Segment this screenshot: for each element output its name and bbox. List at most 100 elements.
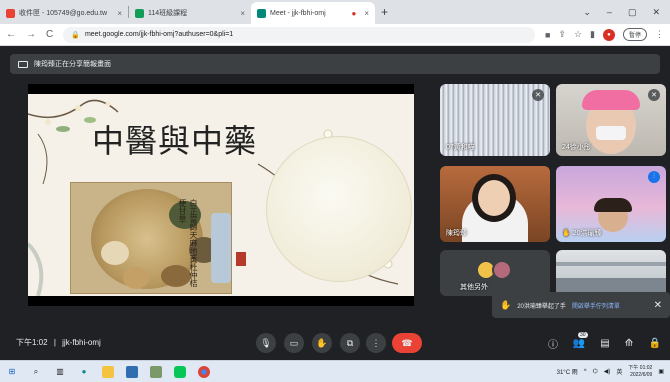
address-bar-row: ← → C 🔒 meet.google.com/jjk-fbhi-omj?aut…: [0, 24, 670, 46]
meeting-controls-bar: 下午1:02 | jjk-fbhi-omj 🎙 ▭ ✋ ⧉ ⋮ ☎ ⓘ 👥 ▤ …: [0, 326, 670, 360]
toolbar-actions: ■ ⇪ ☆ ▮ ● 暫停 ⋮: [545, 28, 664, 41]
new-tab-icon[interactable]: +: [381, 5, 388, 19]
participant-tile[interactable]: ✕ 07黃和喵: [440, 84, 550, 156]
paused-pill[interactable]: 暫停: [622, 28, 647, 41]
people-icon[interactable]: 👥: [572, 336, 586, 350]
participant-name: ✋ 20洪瑜臻: [562, 230, 602, 237]
more-options-button[interactable]: ⋮: [366, 333, 386, 353]
windows-taskbar: ⊞ ⌕ ▥ ● 31°C 雨 ^ ⌬ ◀) 英 下午 01:02 2022/6/…: [0, 360, 670, 382]
task-view-icon[interactable]: ▥: [54, 366, 66, 378]
chrome-icon[interactable]: [198, 365, 210, 378]
open-hand-queue-link[interactable]: 開啟舉手佇列清單: [572, 301, 620, 310]
toast-message: 20洪瑜臻舉起了手: [517, 303, 566, 310]
speaking-indicator-icon: ⫶: [648, 171, 660, 183]
tab-search-icon[interactable]: ⌄: [583, 7, 591, 18]
tray-up-icon[interactable]: ^: [584, 369, 587, 375]
moon-circle: [266, 136, 412, 282]
file-explorer-icon[interactable]: [102, 365, 114, 378]
search-icon[interactable]: ⌕: [30, 366, 42, 378]
meet-stage: 陳筠臻正在分享簡報畫面 中醫與中藥 白芷當歸天麻地黃杜仲桔梗甘草 ✕ 07黃和喵…: [0, 46, 670, 360]
raise-hand-button[interactable]: ✋: [312, 333, 332, 353]
raised-hand-icon: ✋: [562, 230, 571, 237]
system-tray: 31°C 雨 ^ ⌬ ◀) 英 下午 01:02 2022/6/09 ▣: [557, 365, 664, 379]
close-icon[interactable]: ×: [364, 9, 369, 18]
mic-off-icon: ✕: [532, 89, 544, 101]
participant-count-badge: 30: [578, 332, 588, 338]
tab-label: 收件匣 - 105749@go.edu.tw: [19, 10, 108, 17]
raised-hand-toast: ✋ 20洪瑜臻舉起了手 開啟舉手佇列清單 ✕: [492, 292, 670, 318]
windows-start-icon[interactable]: ⊞: [6, 366, 18, 378]
mic-off-icon: ✕: [648, 89, 660, 101]
meeting-time: 下午1:02: [16, 338, 48, 347]
camera-icon[interactable]: ■: [545, 30, 550, 40]
taskbar-clock[interactable]: 下午 01:02 2022/6/09: [628, 365, 652, 379]
present-button[interactable]: ⧉: [340, 333, 360, 353]
slide-title: 中醫與中藥: [92, 122, 258, 160]
shared-screen: 中醫與中藥 白芷當歸天麻地黃杜仲桔梗甘草: [28, 84, 414, 306]
reload-icon[interactable]: C: [46, 29, 53, 40]
tab-meet[interactable]: Meet - jjk-fbhi-omj ● ×: [251, 2, 375, 24]
tab-classroom[interactable]: 114班級課程 ×: [129, 2, 251, 24]
others-tile[interactable]: 其他另外: [440, 250, 550, 296]
forward-icon[interactable]: →: [26, 29, 36, 40]
leave-call-button[interactable]: ☎: [392, 333, 422, 353]
close-window-icon[interactable]: ✕: [652, 7, 660, 18]
minimize-icon[interactable]: –: [607, 7, 612, 18]
share-icon[interactable]: ⇪: [558, 29, 566, 40]
sidepanel-icon[interactable]: ▮: [590, 29, 595, 40]
herbs-photo: 白芷當歸天麻地黃杜仲桔梗甘草: [70, 182, 232, 294]
participant-name: 陳筠臻: [446, 230, 467, 237]
mic-button[interactable]: 🎙: [256, 333, 276, 353]
recording-dot-icon: ●: [351, 8, 357, 18]
back-icon[interactable]: ←: [6, 29, 16, 40]
present-screen-icon: [18, 60, 28, 68]
app-icon[interactable]: [150, 365, 162, 378]
menu-icon[interactable]: ⋮: [655, 29, 664, 40]
tab-gmail[interactable]: 收件匣 - 105749@go.edu.tw ×: [0, 2, 128, 24]
banner-text: 陳筠臻正在分享簡報畫面: [34, 61, 111, 68]
close-icon[interactable]: ×: [117, 9, 122, 18]
participant-name: 其他另外: [460, 284, 488, 291]
participant-name: 07黃和喵: [446, 144, 475, 151]
chat-icon[interactable]: ▤: [598, 336, 612, 350]
bookmark-star-icon[interactable]: ☆: [574, 29, 582, 40]
host-controls-icon[interactable]: 🔒: [648, 336, 662, 350]
lock-icon: 🔒: [71, 31, 80, 39]
store-icon[interactable]: [126, 365, 138, 378]
window-controls: ⌄ – ▢ ✕: [583, 7, 670, 18]
url-text: meet.google.com/jjk-fbhi-omj?authuser=0&…: [84, 31, 234, 38]
gmail-icon: [6, 8, 15, 18]
notification-icon[interactable]: ▣: [658, 368, 664, 375]
meeting-info: 下午1:02 | jjk-fbhi-omj: [16, 338, 101, 347]
raised-hand-icon: ✋: [500, 299, 512, 310]
activities-icon[interactable]: ⟰: [622, 336, 636, 350]
edge-icon[interactable]: ●: [78, 366, 90, 378]
tab-label: Meet - jjk-fbhi-omj: [270, 9, 326, 17]
volume-icon[interactable]: ◀): [604, 368, 611, 375]
input-lang[interactable]: 英: [616, 367, 622, 376]
participant-name: 24徐小彤: [562, 144, 591, 151]
participant-tile[interactable]: 陳筠臻: [440, 166, 550, 242]
url-field[interactable]: 🔒 meet.google.com/jjk-fbhi-omj?authuser=…: [63, 26, 535, 43]
red-seal-stamp: [236, 252, 246, 266]
camera-button[interactable]: ▭: [284, 333, 304, 353]
network-icon[interactable]: ⌬: [593, 368, 598, 375]
participant-tile[interactable]: ✕ 24徐小彤: [556, 84, 666, 156]
profile-avatar[interactable]: ●: [602, 28, 615, 41]
meeting-details-icon[interactable]: ⓘ: [546, 336, 560, 351]
meet-icon: [257, 8, 266, 18]
close-icon[interactable]: ×: [240, 9, 245, 18]
participant-tile[interactable]: ⫶ ✋ 20洪瑜臻: [556, 166, 666, 242]
line-icon[interactable]: [174, 365, 186, 378]
slide: 中醫與中藥 白芷當歸天麻地黃杜仲桔梗甘草: [28, 94, 414, 296]
browser-tab-bar: 收件匣 - 105749@go.edu.tw × 114班級課程 × Meet …: [0, 0, 670, 24]
presenting-banner: 陳筠臻正在分享簡報畫面: [10, 54, 660, 74]
meeting-code: jjk-fbhi-omj: [62, 338, 101, 347]
classroom-icon: [135, 8, 144, 18]
weather-text[interactable]: 31°C 雨: [557, 367, 578, 376]
tab-label: 114班級課程: [148, 10, 188, 17]
participant-tile[interactable]: [556, 250, 666, 296]
herb-names: 白芷當歸天麻地黃杜仲桔梗甘草: [178, 199, 198, 287]
maximize-icon[interactable]: ▢: [628, 7, 637, 18]
close-toast-icon[interactable]: ✕: [654, 300, 662, 311]
